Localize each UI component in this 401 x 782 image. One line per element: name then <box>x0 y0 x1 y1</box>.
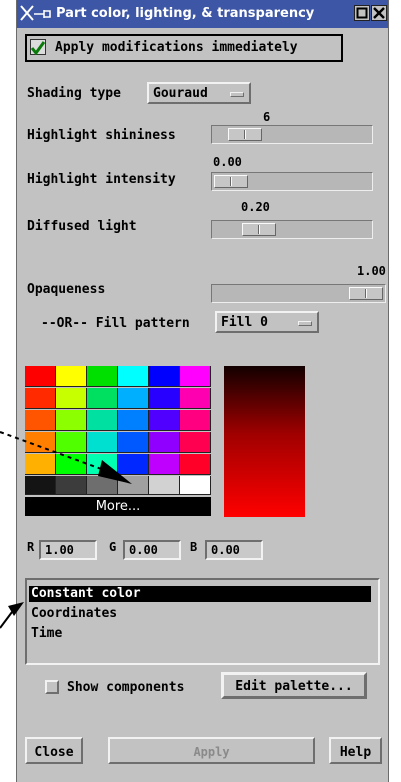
r-value-field[interactable]: 1.00 <box>39 540 97 560</box>
palette-swatch[interactable] <box>87 388 118 409</box>
palette-swatch[interactable] <box>118 410 149 431</box>
close-button[interactable]: Close <box>25 737 83 764</box>
color-palette-grid <box>25 366 211 516</box>
intensity-value: 0.00 <box>213 155 242 169</box>
palette-swatch[interactable] <box>87 366 118 387</box>
shading-type-label: Shading type <box>27 86 121 101</box>
palette-swatch[interactable] <box>25 454 56 475</box>
shading-type-menu[interactable]: Gouraud <box>147 82 251 104</box>
help-button[interactable]: Help <box>329 737 382 764</box>
maximize-icon[interactable] <box>354 5 370 21</box>
list-callout-line <box>0 611 13 629</box>
opaqueness-slider[interactable] <box>211 284 386 303</box>
opaqueness-value: 1.00 <box>357 264 386 278</box>
palette-swatch[interactable] <box>180 454 211 475</box>
palette-swatch[interactable] <box>118 454 149 475</box>
shininess-slider-thumb[interactable] <box>228 128 262 141</box>
intensity-label: Highlight intensity <box>27 172 176 187</box>
fill-pattern-label: --OR-- Fill pattern <box>41 316 190 331</box>
palette-swatch[interactable] <box>149 366 180 387</box>
close-icon[interactable] <box>371 5 387 21</box>
option-menu-indicator-icon <box>298 321 312 326</box>
palette-swatch[interactable] <box>56 476 87 495</box>
palette-swatch[interactable] <box>25 410 56 431</box>
window-title: Part color, lighting, & transparency <box>56 6 315 21</box>
diffused-slider[interactable] <box>211 220 373 239</box>
show-components-checkbox[interactable] <box>45 680 59 694</box>
color-gradient-ramp[interactable] <box>224 366 305 517</box>
palette-swatch[interactable] <box>87 432 118 453</box>
palette-swatch[interactable] <box>118 432 149 453</box>
apply-button[interactable]: Apply <box>108 737 315 764</box>
edit-palette-button[interactable]: Edit palette... <box>221 672 367 699</box>
show-components-label: Show components <box>67 680 185 695</box>
palette-swatch[interactable] <box>56 366 87 387</box>
palette-swatch[interactable] <box>149 476 180 495</box>
option-menu-indicator-icon <box>230 92 244 97</box>
title-bar[interactable]: Part color, lighting, & transparency <box>17 0 388 28</box>
shading-type-value: Gouraud <box>153 85 208 101</box>
palette-swatch[interactable] <box>118 476 149 495</box>
more-colors-button[interactable]: More... <box>25 497 211 516</box>
close-button-label: Close <box>34 745 74 760</box>
opaqueness-slider-thumb[interactable] <box>349 287 383 300</box>
apply-immediately-checkbox[interactable] <box>30 39 46 56</box>
palette-swatch[interactable] <box>118 366 149 387</box>
palette-swatch[interactable] <box>180 388 211 409</box>
intensity-slider-thumb[interactable] <box>214 175 248 188</box>
r-label: R <box>27 540 35 554</box>
checkmark-icon <box>30 41 46 56</box>
dialog-window: Part color, lighting, & transparency App… <box>16 0 389 782</box>
palette-swatch[interactable] <box>56 432 87 453</box>
palette-swatch[interactable] <box>87 410 118 431</box>
diffused-slider-thumb[interactable] <box>242 223 276 236</box>
app-x-icon <box>20 3 34 23</box>
palette-swatch[interactable] <box>180 366 211 387</box>
intensity-slider[interactable] <box>211 172 373 191</box>
palette-swatch[interactable] <box>87 476 118 495</box>
diffused-value: 0.20 <box>241 200 270 214</box>
b-value-field[interactable]: 0.00 <box>205 540 263 560</box>
palette-swatch[interactable] <box>118 388 149 409</box>
g-label: G <box>109 540 117 554</box>
palette-swatch[interactable] <box>149 410 180 431</box>
list-item-coordinates[interactable]: Coordinates <box>29 606 371 622</box>
edit-palette-label: Edit palette... <box>235 679 353 694</box>
more-colors-label: More... <box>95 499 141 514</box>
palette-swatch[interactable] <box>149 388 180 409</box>
palette-swatch[interactable] <box>56 454 87 475</box>
palette-swatch[interactable] <box>25 476 56 495</box>
pin-icon[interactable] <box>34 8 52 20</box>
palette-swatch[interactable] <box>180 410 211 431</box>
apply-immediately-label: Apply modifications immediately <box>55 40 298 55</box>
opaqueness-label: Opaqueness <box>27 282 106 297</box>
diffused-label: Diffused light <box>27 219 137 234</box>
shininess-value: 6 <box>263 110 271 124</box>
palette-swatch[interactable] <box>180 476 211 495</box>
fill-pattern-menu[interactable]: Fill 0 <box>215 311 319 333</box>
list-item-constant-color[interactable]: Constant color <box>29 586 371 602</box>
palette-swatch[interactable] <box>25 388 56 409</box>
palette-swatch[interactable] <box>149 454 180 475</box>
fill-pattern-value: Fill 0 <box>221 314 268 330</box>
g-value-field[interactable]: 0.00 <box>123 540 181 560</box>
palette-swatch[interactable] <box>149 432 180 453</box>
palette-swatch[interactable] <box>56 410 87 431</box>
palette-swatch[interactable] <box>56 388 87 409</box>
shininess-slider[interactable] <box>211 125 373 144</box>
palette-swatch[interactable] <box>180 432 211 453</box>
list-item-time[interactable]: Time <box>29 626 371 642</box>
palette-swatch[interactable] <box>25 366 56 387</box>
help-button-label: Help <box>339 745 372 760</box>
palette-swatch[interactable] <box>25 432 56 453</box>
palette-swatch[interactable] <box>87 454 118 475</box>
b-label: B <box>190 540 198 554</box>
apply-button-label: Apply <box>193 745 230 759</box>
shininess-label: Highlight shininess <box>27 128 176 143</box>
